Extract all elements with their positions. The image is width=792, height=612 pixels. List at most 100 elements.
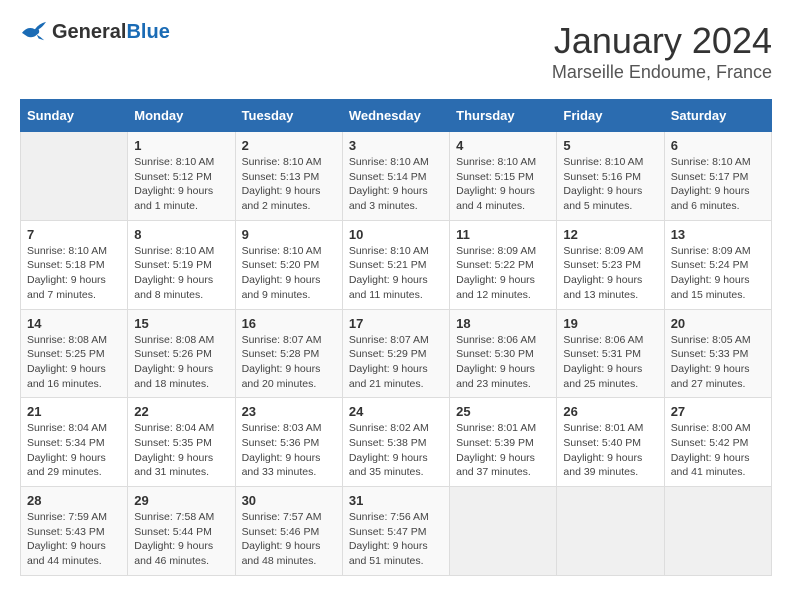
day-info: Sunrise: 8:09 AM Sunset: 5:24 PM Dayligh…: [671, 244, 765, 303]
day-info: Sunrise: 8:06 AM Sunset: 5:31 PM Dayligh…: [563, 333, 657, 392]
day-number: 8: [134, 227, 228, 242]
logo-bird-icon: [20, 20, 48, 44]
day-info: Sunrise: 8:09 AM Sunset: 5:22 PM Dayligh…: [456, 244, 550, 303]
title-area: January 2024 Marseille Endoume, France: [552, 20, 772, 83]
calendar-cell: 4 Sunrise: 8:10 AM Sunset: 5:15 PM Daylig…: [450, 132, 557, 221]
day-number: 23: [242, 404, 336, 419]
logo-general: General: [52, 21, 126, 43]
calendar-cell: 15 Sunrise: 8:08 AM Sunset: 5:26 PM Dayli…: [128, 309, 235, 398]
day-info: Sunrise: 8:10 AM Sunset: 5:12 PM Dayligh…: [134, 155, 228, 214]
calendar-cell: 27Sunrise: 8:00 AM Sunset: 5:42 PM Dayli…: [664, 398, 771, 487]
calendar-cell: 14Sunrise: 8:08 AM Sunset: 5:25 PM Dayli…: [21, 309, 128, 398]
calendar-week-row: 21Sunrise: 8:04 AM Sunset: 5:34 PM Dayli…: [21, 398, 772, 487]
day-info: Sunrise: 8:10 AM Sunset: 5:15 PM Dayligh…: [456, 155, 550, 214]
day-number: 5: [563, 138, 657, 153]
day-number: 25: [456, 404, 550, 419]
calendar-cell: 3 Sunrise: 8:10 AM Sunset: 5:14 PM Daylig…: [342, 132, 449, 221]
day-info: Sunrise: 8:01 AM Sunset: 5:39 PM Dayligh…: [456, 421, 550, 480]
day-number: 4: [456, 138, 550, 153]
weekday-header-tuesday: Tuesday: [235, 100, 342, 132]
calendar-cell: 6Sunrise: 8:10 AM Sunset: 5:17 PM Daylig…: [664, 132, 771, 221]
calendar-cell: [450, 487, 557, 576]
calendar-cell: 29 Sunrise: 7:58 AM Sunset: 5:44 PM Dayli…: [128, 487, 235, 576]
day-number: 16: [242, 316, 336, 331]
day-info: Sunrise: 8:08 AM Sunset: 5:25 PM Dayligh…: [27, 333, 121, 392]
location-title: Marseille Endoume, France: [552, 62, 772, 83]
calendar-cell: 1 Sunrise: 8:10 AM Sunset: 5:12 PM Daylig…: [128, 132, 235, 221]
calendar-cell: [21, 132, 128, 221]
calendar-cell: 17Sunrise: 8:07 AM Sunset: 5:29 PM Dayli…: [342, 309, 449, 398]
weekday-header-friday: Friday: [557, 100, 664, 132]
month-title: January 2024: [552, 20, 772, 62]
calendar-cell: 24Sunrise: 8:02 AM Sunset: 5:38 PM Dayli…: [342, 398, 449, 487]
page-header: GeneralBlue January 2024 Marseille Endou…: [20, 20, 772, 83]
calendar-cell: 20 Sunrise: 8:05 AM Sunset: 5:33 PM Dayli…: [664, 309, 771, 398]
calendar-cell: 18Sunrise: 8:06 AM Sunset: 5:30 PM Dayli…: [450, 309, 557, 398]
weekday-header-sunday: Sunday: [21, 100, 128, 132]
day-info: Sunrise: 8:04 AM Sunset: 5:35 PM Dayligh…: [134, 421, 228, 480]
day-number: 11: [456, 227, 550, 242]
day-number: 21: [27, 404, 121, 419]
day-info: Sunrise: 8:10 AM Sunset: 5:14 PM Dayligh…: [349, 155, 443, 214]
day-info: Sunrise: 7:57 AM Sunset: 5:46 PM Dayligh…: [242, 510, 336, 569]
calendar-cell: [664, 487, 771, 576]
day-number: 15: [134, 316, 228, 331]
calendar-cell: 16 Sunrise: 8:07 AM Sunset: 5:28 PM Dayli…: [235, 309, 342, 398]
day-info: Sunrise: 8:05 AM Sunset: 5:33 PM Dayligh…: [671, 333, 765, 392]
day-number: 10: [349, 227, 443, 242]
calendar-week-row: 1 Sunrise: 8:10 AM Sunset: 5:12 PM Daylig…: [21, 132, 772, 221]
logo: GeneralBlue: [20, 20, 170, 44]
calendar-cell: 28Sunrise: 7:59 AM Sunset: 5:43 PM Dayli…: [21, 487, 128, 576]
day-number: 20: [671, 316, 765, 331]
calendar-week-row: 14Sunrise: 8:08 AM Sunset: 5:25 PM Dayli…: [21, 309, 772, 398]
day-number: 12: [563, 227, 657, 242]
day-number: 3: [349, 138, 443, 153]
day-number: 22: [134, 404, 228, 419]
day-info: Sunrise: 8:01 AM Sunset: 5:40 PM Dayligh…: [563, 421, 657, 480]
day-number: 30: [242, 493, 336, 508]
calendar-cell: 21Sunrise: 8:04 AM Sunset: 5:34 PM Dayli…: [21, 398, 128, 487]
day-number: 26: [563, 404, 657, 419]
calendar-cell: 10 Sunrise: 8:10 AM Sunset: 5:21 PM Dayli…: [342, 220, 449, 309]
day-number: 17: [349, 316, 443, 331]
day-info: Sunrise: 7:56 AM Sunset: 5:47 PM Dayligh…: [349, 510, 443, 569]
day-info: Sunrise: 8:09 AM Sunset: 5:23 PM Dayligh…: [563, 244, 657, 303]
calendar-cell: 7 Sunrise: 8:10 AM Sunset: 5:18 PM Daylig…: [21, 220, 128, 309]
day-info: Sunrise: 7:58 AM Sunset: 5:44 PM Dayligh…: [134, 510, 228, 569]
calendar-cell: 26 Sunrise: 8:01 AM Sunset: 5:40 PM Dayli…: [557, 398, 664, 487]
calendar-cell: 23Sunrise: 8:03 AM Sunset: 5:36 PM Dayli…: [235, 398, 342, 487]
calendar-cell: 19Sunrise: 8:06 AM Sunset: 5:31 PM Dayli…: [557, 309, 664, 398]
day-number: 31: [349, 493, 443, 508]
day-info: Sunrise: 8:10 AM Sunset: 5:13 PM Dayligh…: [242, 155, 336, 214]
day-info: Sunrise: 8:07 AM Sunset: 5:28 PM Dayligh…: [242, 333, 336, 392]
day-info: Sunrise: 8:10 AM Sunset: 5:19 PM Dayligh…: [134, 244, 228, 303]
day-number: 6: [671, 138, 765, 153]
calendar-cell: 25 Sunrise: 8:01 AM Sunset: 5:39 PM Dayli…: [450, 398, 557, 487]
day-info: Sunrise: 8:10 AM Sunset: 5:21 PM Dayligh…: [349, 244, 443, 303]
calendar-cell: 9Sunrise: 8:10 AM Sunset: 5:20 PM Daylig…: [235, 220, 342, 309]
day-number: 28: [27, 493, 121, 508]
logo-text: GeneralBlue: [52, 21, 170, 44]
calendar-table: SundayMondayTuesdayWednesdayThursdayFrid…: [20, 99, 772, 576]
day-info: Sunrise: 8:02 AM Sunset: 5:38 PM Dayligh…: [349, 421, 443, 480]
weekday-header-thursday: Thursday: [450, 100, 557, 132]
calendar-cell: 8 Sunrise: 8:10 AM Sunset: 5:19 PM Daylig…: [128, 220, 235, 309]
day-info: Sunrise: 8:08 AM Sunset: 5:26 PM Dayligh…: [134, 333, 228, 392]
day-number: 2: [242, 138, 336, 153]
weekday-header-row: SundayMondayTuesdayWednesdayThursdayFrid…: [21, 100, 772, 132]
day-info: Sunrise: 8:10 AM Sunset: 5:18 PM Dayligh…: [27, 244, 121, 303]
weekday-header-saturday: Saturday: [664, 100, 771, 132]
day-info: Sunrise: 8:10 AM Sunset: 5:20 PM Dayligh…: [242, 244, 336, 303]
day-number: 7: [27, 227, 121, 242]
day-number: 27: [671, 404, 765, 419]
calendar-cell: 2 Sunrise: 8:10 AM Sunset: 5:13 PM Daylig…: [235, 132, 342, 221]
day-number: 29: [134, 493, 228, 508]
weekday-header-wednesday: Wednesday: [342, 100, 449, 132]
day-number: 18: [456, 316, 550, 331]
calendar-cell: 31 Sunrise: 7:56 AM Sunset: 5:47 PM Dayli…: [342, 487, 449, 576]
day-info: Sunrise: 8:10 AM Sunset: 5:16 PM Dayligh…: [563, 155, 657, 214]
calendar-cell: 22 Sunrise: 8:04 AM Sunset: 5:35 PM Dayli…: [128, 398, 235, 487]
day-number: 13: [671, 227, 765, 242]
calendar-cell: 5 Sunrise: 8:10 AM Sunset: 5:16 PM Daylig…: [557, 132, 664, 221]
day-number: 1: [134, 138, 228, 153]
